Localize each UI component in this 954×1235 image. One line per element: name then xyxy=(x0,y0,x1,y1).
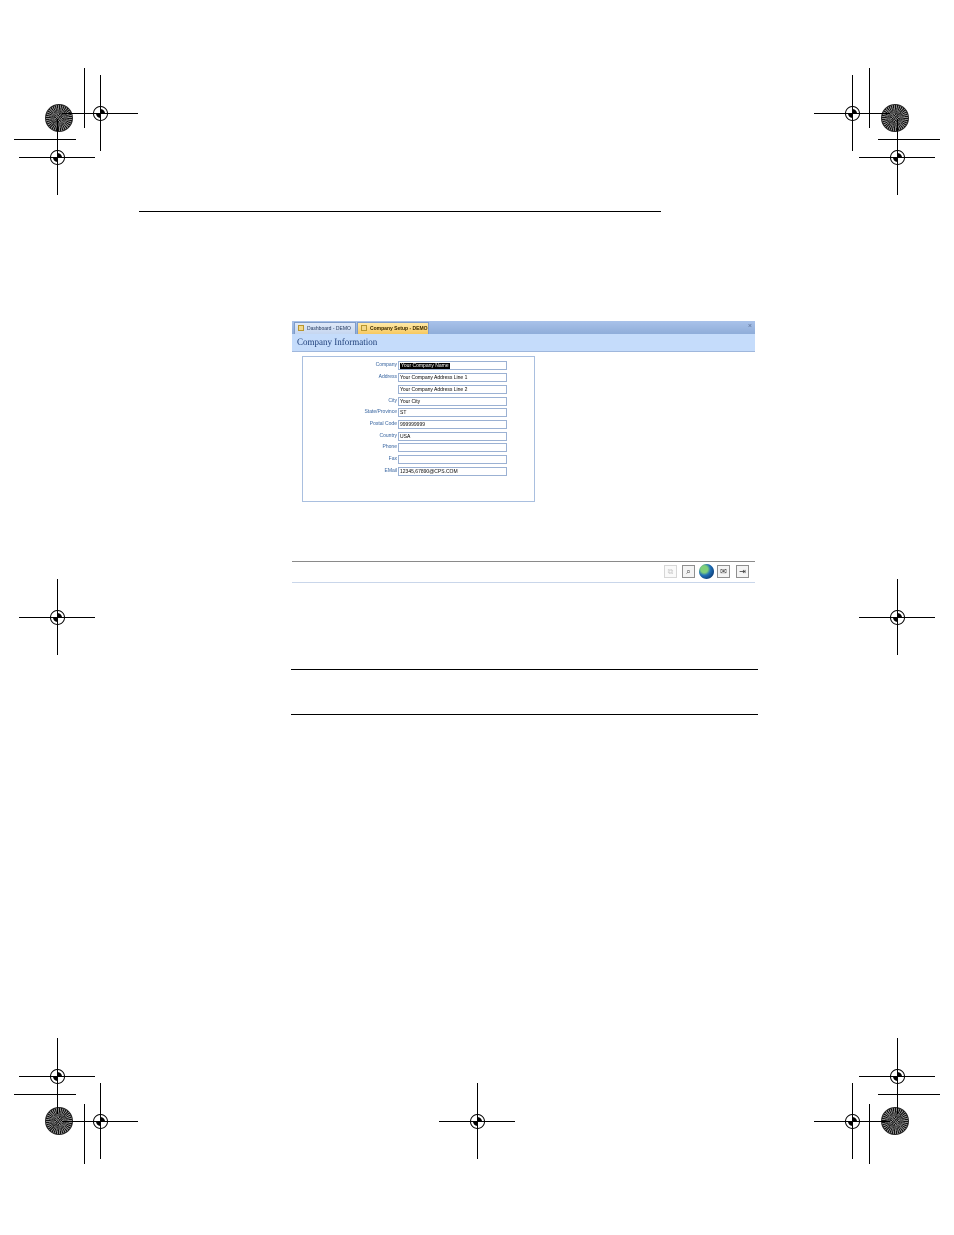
field-row-phone: Phone xyxy=(303,443,534,453)
crop-mark xyxy=(878,1094,940,1095)
country-field[interactable]: USA xyxy=(398,432,507,441)
fax-field[interactable] xyxy=(398,455,507,464)
field-row-address: Address Your Company Address Line 1 xyxy=(303,373,534,383)
field-label: Postal Code xyxy=(369,421,397,427)
access-form-window: Dashboard - DEMO Company Setup - DEMO × … xyxy=(292,321,755,511)
form-header: Company Information xyxy=(292,334,755,352)
note-bottom-rule xyxy=(291,714,758,715)
close-icon[interactable]: × xyxy=(748,322,752,332)
field-label: Country xyxy=(379,433,397,439)
page-header-rule xyxy=(139,211,661,212)
globe-icon[interactable] xyxy=(699,564,714,579)
address-line2-field[interactable]: Your Company Address Line 2 xyxy=(398,385,507,394)
field-label: Company xyxy=(375,362,397,368)
field-label: EMail xyxy=(384,468,397,474)
registration-star-icon xyxy=(881,104,909,132)
crop-mark xyxy=(84,1104,85,1164)
phone-field[interactable] xyxy=(398,443,507,452)
note-top-rule xyxy=(291,669,758,670)
field-label: Phone xyxy=(382,444,397,450)
city-field[interactable]: Your City xyxy=(398,397,507,406)
state-field[interactable]: ST xyxy=(398,408,507,417)
form-icon xyxy=(298,325,304,331)
field-label: State/Province xyxy=(364,409,397,415)
document-tab-bar: Dashboard - DEMO Company Setup - DEMO × xyxy=(292,321,755,334)
company-field[interactable]: Your Company Name xyxy=(398,361,507,370)
form-icon xyxy=(361,325,367,331)
field-row-fax: Fax xyxy=(303,455,534,465)
field-row-company: Company Your Company Name xyxy=(303,361,534,371)
tab-company-setup[interactable]: Company Setup - DEMO xyxy=(357,322,429,334)
field-row-email: EMail 12345,67890@CPS.COM xyxy=(303,467,534,477)
email-field[interactable]: 12345,67890@CPS.COM xyxy=(398,467,507,476)
crop-mark xyxy=(14,1094,76,1095)
field-label: Fax xyxy=(388,456,397,462)
field-label: City xyxy=(388,398,397,404)
postal-code-field[interactable]: 999999999 xyxy=(398,420,507,429)
field-label: Address xyxy=(378,374,397,380)
crop-mark xyxy=(84,68,85,128)
form-toolbar: ⧉ ⌕ ✉ ⇥ xyxy=(292,561,755,583)
mail-icon[interactable]: ✉ xyxy=(717,565,730,578)
crop-mark xyxy=(878,139,940,140)
crop-mark xyxy=(869,1104,870,1164)
field-row-address2: Your Company Address Line 2 xyxy=(303,385,534,395)
field-row-country: Country USA xyxy=(303,432,534,442)
page-title: Company Information xyxy=(297,337,378,347)
crop-mark xyxy=(869,68,870,128)
field-row-city: City Your City xyxy=(303,397,534,407)
registration-star-icon xyxy=(45,104,73,132)
tab-label: Dashboard - DEMO xyxy=(307,326,351,332)
tab-label: Company Setup - DEMO xyxy=(370,326,428,332)
exit-icon[interactable]: ⇥ xyxy=(736,565,749,578)
field-row-postal: Postal Code 999999999 xyxy=(303,420,534,430)
crop-mark xyxy=(14,139,76,140)
copy-icon[interactable]: ⧉ xyxy=(664,565,677,578)
selected-text: Your Company Name xyxy=(400,363,450,369)
tab-dashboard[interactable]: Dashboard - DEMO xyxy=(294,322,356,334)
field-row-state: State/Province ST xyxy=(303,408,534,418)
company-info-form: Company Your Company Name Address Your C… xyxy=(302,356,535,502)
search-icon[interactable]: ⌕ xyxy=(682,565,695,578)
address-line1-field[interactable]: Your Company Address Line 1 xyxy=(398,373,507,382)
